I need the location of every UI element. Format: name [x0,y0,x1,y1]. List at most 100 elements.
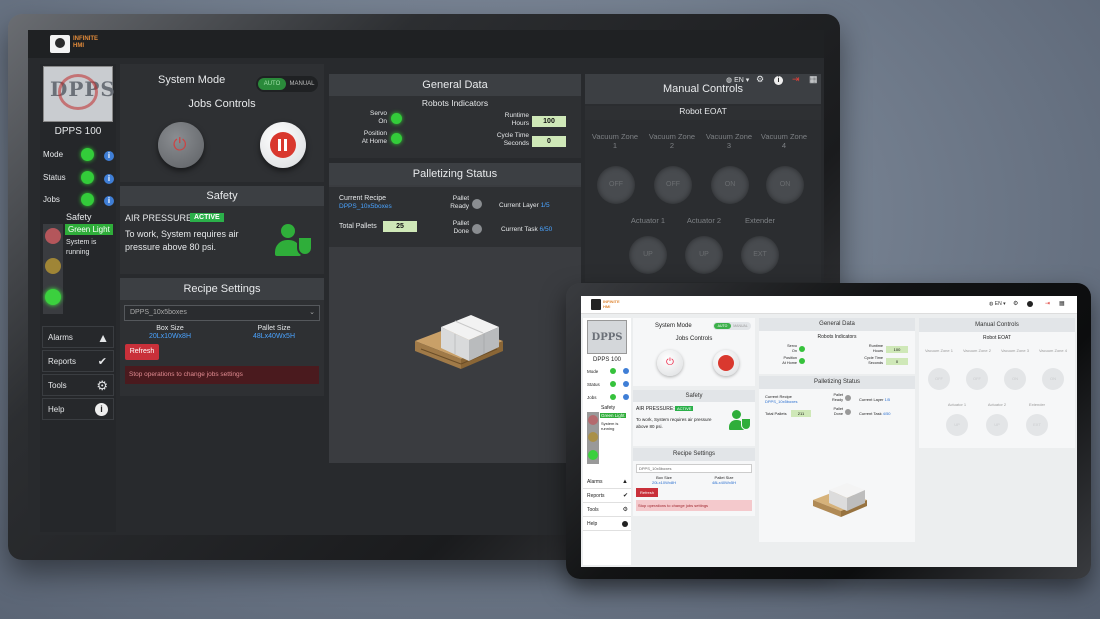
safety-light-badge: Green Light [65,224,113,235]
tablet-runtime-label: Runtime Hours [851,344,883,354]
tablet-actuator-1-label: Actuator 1 [947,402,967,407]
tablet-zone-3-button[interactable]: ON [1004,368,1026,390]
vacuum-zone-1-button[interactable]: OFF [597,166,635,204]
tablet-logo-text: INFINITE HMI [603,299,620,309]
vacuum-zone-4-button[interactable]: ON [766,166,804,204]
tablet-zone-1-button[interactable]: OFF [928,368,950,390]
tablet-cycle-value: 0 [886,358,908,365]
tablet-task-value: 4/50 [882,411,891,416]
vacuum-zone-2-button[interactable]: OFF [654,166,692,204]
tablet-recipe-card: Recipe Settings DPPS_10x5boxes Box Size … [633,448,755,516]
tablet-info-icon[interactable] [1027,301,1033,307]
tablet-pause-button[interactable] [713,350,739,376]
recipe-card: Recipe Settings DPPS_10x5boxes ⌄ Box Siz… [120,278,324,396]
sidebar-item-label: Tools [48,381,67,390]
tablet-refresh-button[interactable]: Refresh [636,488,658,497]
apps-grid-icon[interactable]: ▦ [809,74,818,85]
tablet-position-label: Position At Home [771,356,797,366]
tablet-zone-2-button[interactable]: OFF [966,368,988,390]
tablet-actuator-2-button[interactable]: UP [986,414,1008,436]
cycle-time-value: 0 [532,136,566,147]
info-icon[interactable]: i [774,76,783,85]
settings-icon[interactable]: ⚙ [756,74,764,85]
extender-button[interactable]: EXT [741,236,779,274]
tablet-language-selector[interactable]: ◍ EN ▾ [989,301,1006,307]
sidebar-item-label: Reports [48,357,77,366]
actuator-2-button[interactable]: UP [685,236,723,274]
tablet-mode-manual[interactable]: MANUAL [732,323,749,329]
palletizing-card: Palletizing Status Current Recipe DPPS_1… [329,163,581,463]
tablet-cycle-label: Cycle Time Seconds [851,356,883,366]
actuator-1-button[interactable]: UP [629,236,667,274]
tablet-recipe-warning: Stop operations to change jobs settings [636,500,752,511]
tablet-settings-icon[interactable]: ⚙ [1013,300,1018,307]
tablet-jobs-info-icon[interactable] [623,394,629,400]
tablet-status-info-icon[interactable] [623,381,629,387]
tablet-done-sub-text: Done [833,412,843,416]
mode-toggle[interactable]: AUTO MANUAL [256,76,318,92]
vacuum-zone-4-label: Vacuum Zone 4 [760,132,808,150]
pallet-done-label: Pallet Done [435,220,469,236]
traffic-amber-light [45,258,61,274]
mode-info-icon[interactable]: i [104,151,114,161]
mode-auto-option[interactable]: AUTO [258,78,286,90]
pallet-done-indicator [472,224,482,234]
tablet-done-label: Pallet Done [823,407,844,417]
sidebar-item-reports[interactable]: Reports ✔ [42,350,114,372]
tablet-safety-title: Safety [601,405,616,411]
tablet-zone-4-button[interactable]: ON [1042,368,1064,390]
safety-message: System is running [66,239,97,256]
tablet-mode-toggle[interactable]: AUTO MANUAL [713,322,751,330]
layer-label-text: Current Layer [499,202,539,209]
tablet-traffic-light [587,412,599,464]
refresh-button[interactable]: Refresh [125,344,159,360]
safety-title: Safety [120,186,324,206]
tablet-servo-sub-text: On [791,349,797,353]
tablet-machine-logo: DPPS [587,320,627,354]
system-mode-card: System Mode AUTO MANUAL Jobs Controls ⏻ [120,64,324,182]
power-button[interactable]: ⏻ [158,122,204,168]
tablet-power-button[interactable]: ⏻ [657,350,683,376]
sidebar-item-alarms[interactable]: Alarms ▲ [42,326,114,348]
tablet-mode-info-icon[interactable] [623,368,629,374]
tablet-extender-button[interactable]: EXT [1026,414,1048,436]
tablet-sidebar-item-reports[interactable]: Reports ✔ [583,490,631,503]
tablet-sidebar-item-alarms[interactable]: Alarms ▲ [583,476,631,489]
recipe-select[interactable]: DPPS_10x5boxes ⌄ [124,305,320,321]
tablet-logout-icon[interactable]: ⇥ [1045,300,1050,307]
sidebar-item-label: Tools [587,507,599,513]
cycle-sub-text: Seconds [503,140,529,147]
manual-controls-card: Manual Controls Robot EOAT Vacuum Zone 1… [585,74,821,282]
jobs-indicator-light [81,193,94,206]
tablet-recipe-select[interactable]: DPPS_10x5boxes [636,464,752,473]
sidebar-item-help[interactable]: Help i [42,398,114,420]
tablet-apps-grid-icon[interactable]: ▦ [1059,300,1065,307]
jobs-info-icon[interactable]: i [104,196,114,206]
mode-manual-option[interactable]: MANUAL [288,78,316,90]
tablet-sidebar-item-tools[interactable]: Tools ⚙ [583,504,631,517]
tablet-ready-indicator [845,395,851,401]
tablet-logo-icon [591,299,601,310]
box-size-value: 20Lx10Wx8H [148,333,192,340]
air-pressure-status: ACTIVE [190,213,224,222]
tablet-total-value: 211 [791,410,811,417]
status-info-icon[interactable]: i [104,174,114,184]
logout-icon[interactable]: ⇥ [792,74,800,85]
done-sub-text: Done [453,228,469,235]
tablet-air-label: AIR PRESSURE: [636,406,675,412]
actuator-1-label: Actuator 1 [630,216,666,225]
vacuum-zone-3-button[interactable]: ON [711,166,749,204]
tablet-position-light [799,358,805,364]
sidebar-item-label: Help [48,405,65,414]
tablet-sidebar-item-help[interactable]: Help [583,518,631,531]
sidebar-item-tools[interactable]: Tools ⚙ [42,374,114,396]
clipboard-check-icon: ✔ [97,356,107,368]
tablet-actuator-1-button[interactable]: UP [946,414,968,436]
top-bar: INFINITE HMI [28,30,824,58]
language-selector[interactable]: ◍ EN ▾ [726,76,749,84]
tablet-safety-badge: Green Light [600,413,626,418]
tablet-cycle-sub-text: Seconds [868,361,883,365]
pause-button[interactable] [260,122,306,168]
tablet-mode-auto[interactable]: AUTO [714,323,731,329]
palletizing-title: Palletizing Status [329,163,581,185]
